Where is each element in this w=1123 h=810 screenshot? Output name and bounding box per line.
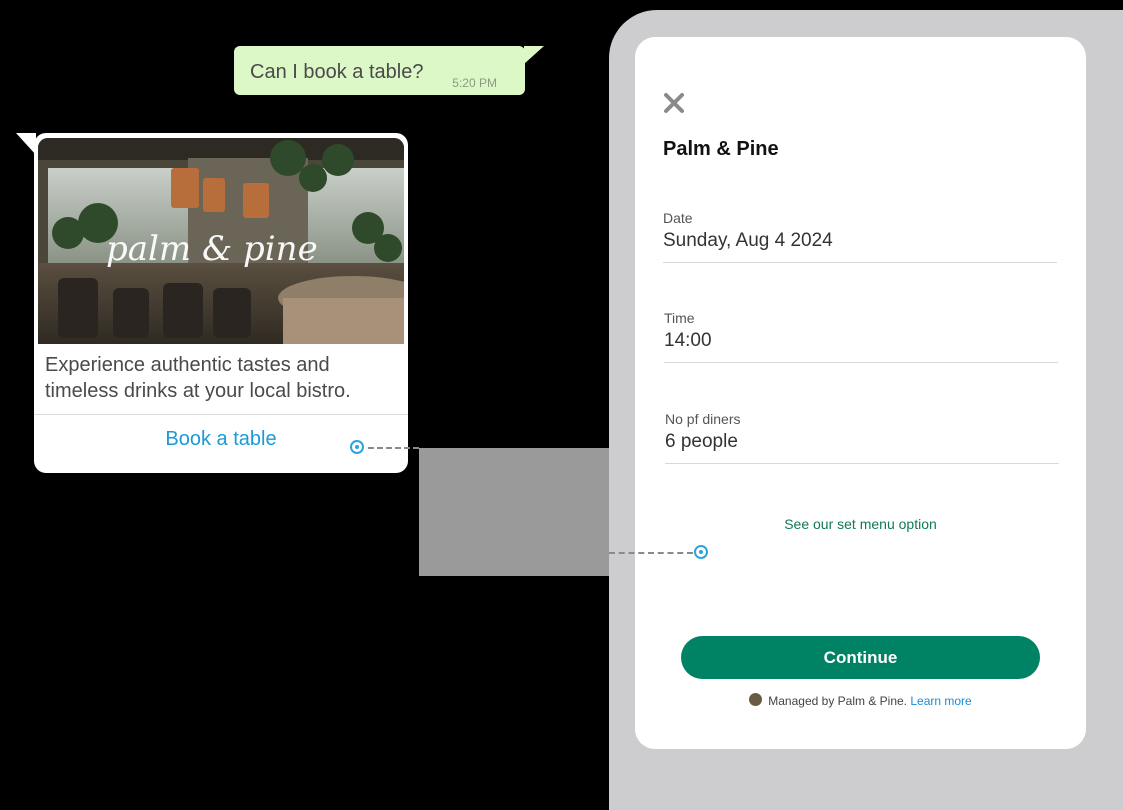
continue-button[interactable]: Continue (681, 636, 1040, 679)
outgoing-message-text: Can I book a table? (250, 61, 424, 83)
message-timestamp: 5:20 PM (452, 76, 497, 90)
rich-card: palm & pine Experience authentic tastes … (16, 133, 408, 473)
connector-block (419, 448, 609, 576)
brand-logo-icon (749, 693, 763, 707)
date-field[interactable]: Date Sunday, Aug 4 2024 (663, 210, 1057, 263)
date-label: Date (663, 210, 693, 226)
diners-label: No pf diners (665, 411, 741, 427)
date-value: Sunday, Aug 4 2024 (663, 230, 833, 251)
card-description: Experience authentic tastes and timeless… (45, 354, 351, 402)
set-menu-link[interactable]: See our set menu option (635, 516, 1086, 532)
sheet-title: Palm & Pine (663, 138, 779, 160)
diners-field[interactable]: No pf diners 6 people (665, 411, 1059, 464)
booking-sheet: Palm & Pine Date Sunday, Aug 4 2024 Time… (635, 37, 1086, 749)
footer-text: Managed by Palm & Pine. (768, 694, 908, 708)
connector-dash (368, 447, 419, 449)
time-value: 14:00 (664, 330, 712, 351)
diners-value: 6 people (665, 431, 738, 452)
card-divider (34, 414, 408, 415)
outgoing-message-bubble: Can I book a table? 5:20 PM (234, 46, 544, 95)
time-label: Time (664, 310, 695, 326)
connector-target-icon (694, 545, 708, 559)
time-field[interactable]: Time 14:00 (664, 310, 1058, 363)
restaurant-photo: palm & pine (38, 138, 404, 344)
footer: Managed by Palm & Pine. Learn more (635, 693, 1086, 708)
connector-target-icon (350, 440, 364, 454)
close-icon[interactable] (662, 91, 686, 115)
logo-overlay-text: palm & pine (106, 229, 318, 269)
learn-more-link[interactable]: Learn more (910, 694, 971, 708)
connector-dash (609, 552, 693, 554)
